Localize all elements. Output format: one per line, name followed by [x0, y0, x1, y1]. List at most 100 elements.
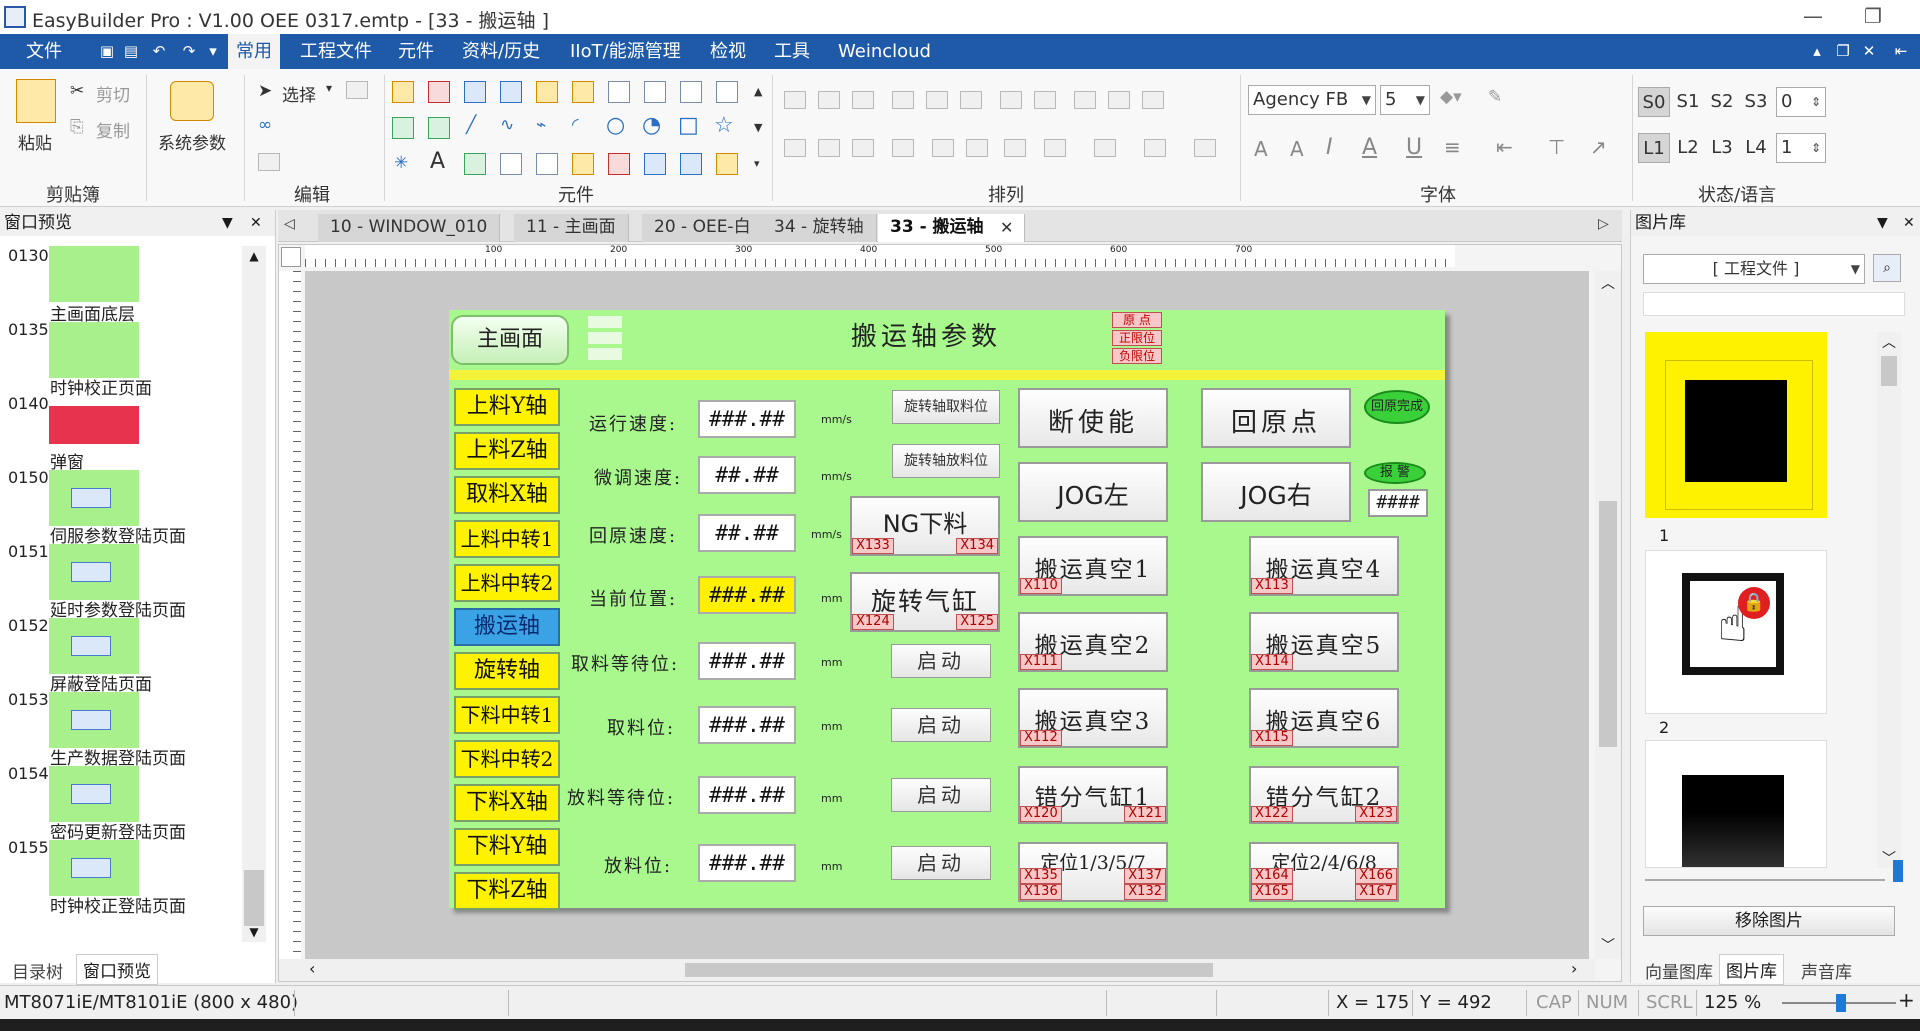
- zoom-slider-thumb[interactable]: [1836, 994, 1846, 1012]
- window-icon[interactable]: [346, 81, 368, 99]
- vacuum-4-button[interactable]: 搬运真空4 X113: [1249, 536, 1399, 596]
- scroll-up-icon[interactable]: ︿: [1877, 332, 1901, 352]
- editor-vertical-scrollbar[interactable]: ︿ ﹀: [1595, 271, 1621, 959]
- vertical-align-icon[interactable]: ⊤: [1548, 135, 1565, 159]
- resize-icon[interactable]: [966, 139, 988, 157]
- rotary-place-position-button[interactable]: 旋转轴放料位: [892, 444, 1000, 478]
- bit-lamp-icon[interactable]: [392, 81, 414, 103]
- traffic-light-icon[interactable]: [608, 153, 630, 175]
- start-button-place-wait[interactable]: 启动: [891, 778, 991, 812]
- slider-icon[interactable]: [680, 81, 702, 103]
- positioning-1357-button[interactable]: 定位1/3/5/7 X135 X137 X136 X132: [1018, 842, 1168, 902]
- split-cylinder-2-button[interactable]: 错分气缸2 X122 X123: [1249, 766, 1399, 824]
- text-icon[interactable]: A: [430, 149, 445, 174]
- copy-icon[interactable]: ⎘: [70, 117, 84, 137]
- line-icon[interactable]: ╱: [466, 115, 476, 135]
- window-thumbnail[interactable]: [49, 544, 139, 600]
- distribute-v-icon[interactable]: [1034, 91, 1056, 109]
- state-s3-button[interactable]: S3: [1740, 87, 1772, 117]
- window-thumbnail[interactable]: [49, 246, 139, 302]
- distribute-h-icon[interactable]: [1000, 91, 1022, 109]
- align-left-icon[interactable]: [784, 91, 806, 109]
- state-s0-button[interactable]: S0: [1638, 87, 1670, 117]
- state-spinner[interactable]: 0 ⇕: [1776, 87, 1826, 117]
- jog-right-button[interactable]: JOG右: [1201, 462, 1351, 522]
- vacuum-2-button[interactable]: 搬运真空2 X111: [1018, 612, 1168, 672]
- picture-item-selected[interactable]: [1645, 332, 1827, 518]
- copy-label[interactable]: 复制: [96, 117, 130, 142]
- cut-label[interactable]: 剪切: [96, 81, 130, 106]
- align-right-icon[interactable]: [852, 91, 874, 109]
- arc-icon[interactable]: ◜: [572, 115, 579, 135]
- objects-scroll-down-icon[interactable]: ▼: [754, 121, 762, 134]
- pie-icon[interactable]: ◔: [642, 113, 661, 138]
- axis-button-loading-transfer-1[interactable]: 上料中转1: [454, 520, 560, 558]
- tab-window-010[interactable]: 10 - WINDOW_010: [318, 214, 501, 242]
- objects-more-icon[interactable]: ▾: [754, 157, 760, 170]
- axis-button-unloading-transfer-2[interactable]: 下料中转2: [454, 740, 560, 778]
- editor-horizontal-scrollbar[interactable]: ‹ ›: [279, 959, 1595, 981]
- save-icon[interactable]: ▣: [98, 42, 116, 60]
- tab-scroll-left-icon[interactable]: ◁: [284, 216, 295, 232]
- tab-sound-library[interactable]: 声音库: [1801, 958, 1852, 983]
- word-lamp-icon[interactable]: [428, 81, 450, 103]
- polyline-icon[interactable]: ∿: [500, 115, 514, 135]
- connector-icon[interactable]: ⌁: [536, 115, 546, 135]
- disable-servo-button[interactable]: 断使能: [1018, 388, 1168, 448]
- rotate-icon[interactable]: [892, 139, 914, 157]
- start-button-pick-position[interactable]: 启动: [891, 708, 991, 742]
- cut-icon[interactable]: ✂: [70, 81, 84, 101]
- ng-unload-button[interactable]: NG下料 X133 X134: [850, 496, 1000, 556]
- scroll-thumb[interactable]: [1599, 501, 1617, 747]
- param-value-pick-position[interactable]: ###.##: [698, 706, 796, 744]
- scroll-up-icon[interactable]: ︿: [1595, 273, 1621, 293]
- layer-icon[interactable]: [1044, 139, 1066, 157]
- scroll-thumb[interactable]: [1881, 356, 1897, 386]
- bulb-icon[interactable]: [572, 153, 594, 175]
- bring-forward-icon[interactable]: [1094, 139, 1116, 157]
- vacuum-5-button[interactable]: 搬运真空5 X114: [1249, 612, 1399, 672]
- menu-project[interactable]: 工程文件: [300, 34, 372, 69]
- function-key-icon[interactable]: [572, 81, 594, 103]
- ascii-text-icon[interactable]: [428, 117, 450, 139]
- window-thumbnail[interactable]: [49, 766, 139, 822]
- param-value-place-position[interactable]: ###.##: [698, 844, 796, 882]
- system-params-icon[interactable]: [170, 81, 214, 121]
- axis-button-unloading-z[interactable]: 下料Z轴: [454, 872, 560, 910]
- pin-icon[interactable]: ⇤: [1892, 42, 1910, 60]
- menu-home[interactable]: 常用: [228, 34, 280, 69]
- axis-button-loading-z[interactable]: 上料Z轴: [454, 432, 560, 470]
- main-screen-button[interactable]: 主画面: [451, 315, 569, 365]
- rotate-cylinder-button[interactable]: 旋转气缸 X124 X125: [850, 572, 1000, 632]
- frame-icon[interactable]: [500, 153, 522, 175]
- menu-file[interactable]: 文件: [26, 34, 62, 69]
- scroll-left-icon[interactable]: ‹: [309, 959, 315, 978]
- group-icon[interactable]: [784, 139, 806, 157]
- paste-icon[interactable]: [16, 79, 56, 123]
- window-thumbnail[interactable]: [49, 406, 139, 444]
- align-center-icon[interactable]: [818, 91, 840, 109]
- vacuum-6-button[interactable]: 搬运真空6 X115: [1249, 688, 1399, 748]
- tab-window-preview[interactable]: 窗口预览: [76, 954, 158, 985]
- tab-main-screen[interactable]: 11 - 主画面: [514, 214, 629, 242]
- vertical-scrollbar[interactable]: ▲ ▼: [242, 246, 266, 942]
- window-thumbnail[interactable]: [49, 692, 139, 748]
- param-value-place-wait[interactable]: ###.##: [698, 776, 796, 814]
- menu-weincloud[interactable]: Weincloud: [838, 34, 931, 69]
- switch-icon[interactable]: [716, 153, 738, 175]
- library-source-combo[interactable]: [ 工程文件 ] ▼: [1643, 254, 1865, 284]
- pin-object-icon[interactable]: [1004, 139, 1026, 157]
- circle-icon[interactable]: ○: [606, 113, 625, 138]
- text-effect-icon[interactable]: ↗: [1590, 135, 1607, 159]
- axis-button-rotary-axis[interactable]: 旋转轴: [454, 652, 560, 690]
- menu-view[interactable]: 检视: [710, 34, 746, 69]
- italic-icon[interactable]: I: [1326, 135, 1333, 160]
- same-height-icon[interactable]: [1108, 91, 1130, 109]
- table-icon[interactable]: [644, 81, 666, 103]
- font-color-icon[interactable]: A: [1362, 135, 1377, 160]
- format-painter-icon[interactable]: ✎: [1488, 87, 1502, 107]
- window-label[interactable]: 时钟校正登陆页面: [50, 892, 186, 917]
- redo-icon[interactable]: ↷: [180, 42, 198, 60]
- state-s1-button[interactable]: S1: [1672, 87, 1704, 117]
- scroll-thumb[interactable]: [244, 870, 264, 926]
